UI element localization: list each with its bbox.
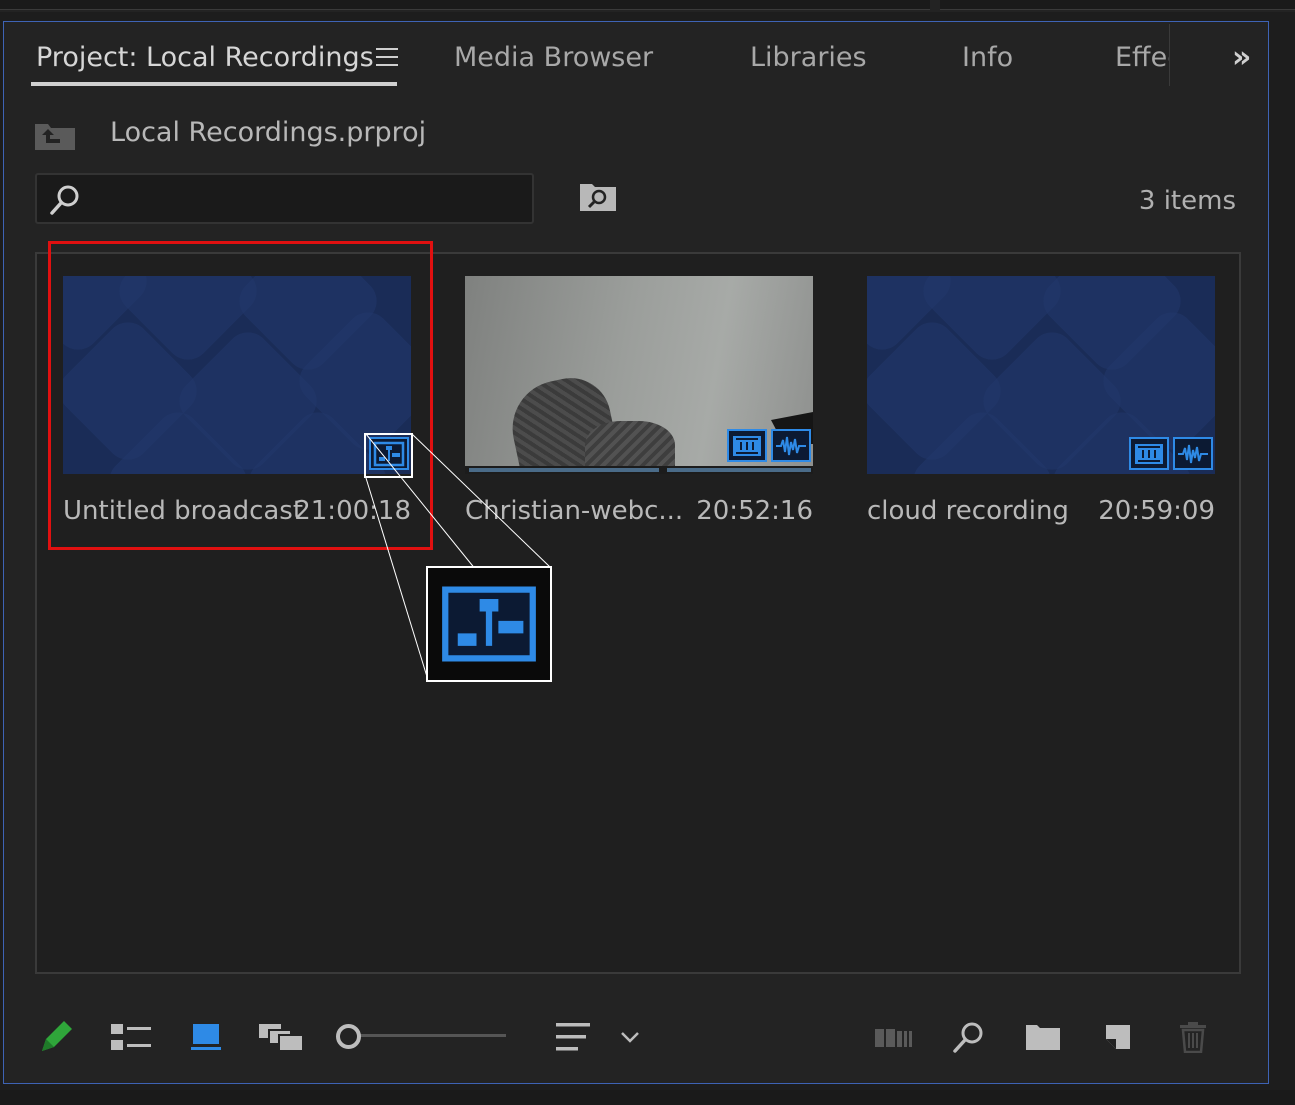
tab-project[interactable]: Project: Local Recordings xyxy=(36,42,374,73)
clip-card[interactable]: cloud recording 20:59:09 xyxy=(867,276,1217,536)
new-item-icon[interactable] xyxy=(1094,1013,1142,1061)
items-count: 3 items xyxy=(1138,186,1236,216)
clip-duration: 20:52:16 xyxy=(696,496,813,526)
clip-grid: Untitled broadcast 21:00:18 Christian-we… xyxy=(35,252,1241,974)
chevron-down-icon[interactable] xyxy=(606,1013,654,1061)
bin-name: Local Recordings.prproj xyxy=(110,117,427,148)
clip-name: cloud recording xyxy=(867,496,1069,526)
zoom-slider-knob[interactable] xyxy=(336,1024,361,1049)
sequence-icon xyxy=(369,437,409,470)
film-icon xyxy=(727,429,767,462)
top-strip xyxy=(0,0,1295,12)
freeform-view-icon[interactable] xyxy=(257,1013,305,1061)
clip-badges xyxy=(369,437,409,470)
sequence-icon xyxy=(442,586,536,662)
search-icon xyxy=(50,185,79,215)
clip-meta: cloud recording 20:59:09 xyxy=(867,486,1217,536)
top-strip-right xyxy=(940,0,1295,10)
clip-duration: 20:59:09 xyxy=(1098,496,1215,526)
clip-meta: Christian-webc... 20:52:16 xyxy=(465,486,815,536)
project-panel: Project: Local Recordings Media Browser … xyxy=(3,21,1269,1084)
trash-icon[interactable] xyxy=(1169,1013,1217,1061)
find-icon[interactable] xyxy=(944,1013,992,1061)
waveform-icon xyxy=(771,429,811,462)
search-input[interactable] xyxy=(93,181,523,217)
pencil-icon[interactable] xyxy=(32,1013,80,1061)
film-icon xyxy=(1129,437,1169,470)
active-tab-underline xyxy=(31,82,397,86)
clip-thumbnail[interactable] xyxy=(63,276,411,474)
panel-tabs: Project: Local Recordings Media Browser … xyxy=(4,22,1268,92)
find-bin-icon[interactable] xyxy=(579,180,617,212)
automate-to-sequence-icon[interactable] xyxy=(870,1013,918,1061)
sort-icon[interactable] xyxy=(549,1013,597,1061)
clip-badges xyxy=(1129,437,1213,470)
panel-menu-icon[interactable] xyxy=(376,48,398,66)
folder-up-icon[interactable] xyxy=(34,121,76,151)
sequence-icon-zoom xyxy=(426,566,552,682)
clip-progress xyxy=(465,466,813,474)
tab-info[interactable]: Info xyxy=(962,42,1013,73)
bottom-toolbar xyxy=(4,1007,1268,1067)
clip-name: Christian-webc... xyxy=(465,496,684,526)
tabs-overflow-icon[interactable]: » xyxy=(1232,40,1252,75)
top-strip-left xyxy=(0,0,930,10)
tab-effects[interactable]: Effec xyxy=(1115,42,1169,73)
tab-media-browser[interactable]: Media Browser xyxy=(454,42,653,73)
zoom-slider[interactable] xyxy=(336,1021,508,1051)
list-view-icon[interactable] xyxy=(107,1013,155,1061)
tab-libraries[interactable]: Libraries xyxy=(750,42,867,73)
bottom-edge xyxy=(0,1090,1295,1105)
icon-view-icon[interactable] xyxy=(182,1013,230,1061)
new-bin-icon[interactable] xyxy=(1019,1013,1067,1061)
waveform-icon xyxy=(1173,437,1213,470)
clip-card[interactable]: Untitled broadcast 21:00:18 xyxy=(63,276,413,536)
tab-separator xyxy=(1169,24,1170,86)
search-box xyxy=(35,173,534,224)
clip-badges xyxy=(727,429,811,462)
clip-name: Untitled broadcast xyxy=(63,496,304,526)
zoom-slider-track[interactable] xyxy=(358,1034,506,1037)
clip-card[interactable]: Christian-webc... 20:52:16 xyxy=(465,276,815,536)
clip-thumbnail[interactable] xyxy=(465,276,813,474)
clip-thumbnail[interactable] xyxy=(867,276,1215,474)
clip-meta: Untitled broadcast 21:00:18 xyxy=(63,486,413,536)
clip-duration: 21:00:18 xyxy=(294,496,411,526)
